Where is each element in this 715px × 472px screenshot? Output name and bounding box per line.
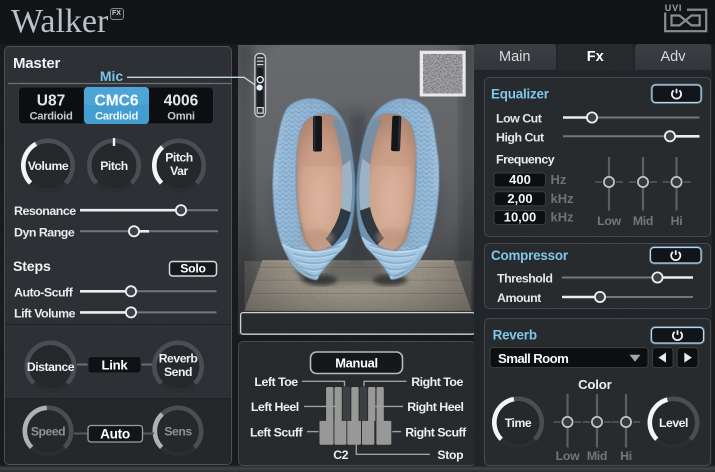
svg-text:2,00: 2,00	[507, 191, 532, 206]
svg-text:Left Toe: Left Toe	[254, 375, 298, 389]
svg-text:Color: Color	[578, 377, 611, 392]
svg-text:CMC6: CMC6	[95, 93, 139, 110]
svg-text:Equalizer: Equalizer	[491, 87, 550, 102]
svg-text:Auto-Scuff: Auto-Scuff	[14, 285, 74, 299]
svg-text:Frequency: Frequency	[496, 153, 555, 167]
svg-text:Manual: Manual	[335, 356, 378, 371]
svg-text:Hz: Hz	[551, 172, 567, 187]
svg-text:Solo: Solo	[180, 262, 206, 276]
svg-text:Sens: Sens	[164, 424, 192, 438]
svg-text:Pitch: Pitch	[100, 159, 128, 173]
svg-text:Distance: Distance	[27, 360, 75, 374]
svg-text:kHz: kHz	[551, 210, 575, 225]
svg-text:Low: Low	[556, 449, 580, 463]
svg-text:Lift Volume: Lift Volume	[14, 306, 76, 320]
svg-text:Mid: Mid	[587, 449, 607, 463]
svg-text:Low Cut: Low Cut	[496, 111, 542, 125]
svg-text:Hi: Hi	[671, 214, 683, 228]
svg-text:High Cut: High Cut	[496, 130, 544, 144]
svg-text:C2: C2	[333, 448, 349, 462]
svg-text:Left Heel: Left Heel	[251, 400, 299, 414]
svg-text:Link: Link	[102, 357, 129, 372]
svg-text:Volume: Volume	[28, 159, 69, 173]
svg-text:Resonance: Resonance	[14, 204, 76, 218]
svg-text:kHz: kHz	[551, 191, 575, 206]
svg-text:Threshold: Threshold	[497, 271, 552, 285]
svg-text:Speed: Speed	[31, 424, 65, 438]
svg-text:Master: Master	[13, 55, 61, 72]
svg-text:Hi: Hi	[620, 449, 632, 463]
svg-text:Compressor: Compressor	[491, 248, 569, 263]
svg-text:Var: Var	[170, 164, 188, 178]
svg-text:Pitch: Pitch	[165, 151, 193, 165]
svg-text:Steps: Steps	[13, 259, 51, 275]
svg-text:Reverb: Reverb	[159, 352, 198, 366]
svg-text:Low: Low	[597, 214, 621, 228]
svg-text:Right Heel: Right Heel	[407, 400, 463, 414]
svg-text:4006: 4006	[164, 93, 199, 110]
svg-text:Mic: Mic	[100, 68, 124, 84]
svg-text:Level: Level	[659, 416, 688, 430]
svg-text:Small Room: Small Room	[498, 351, 568, 366]
svg-text:Left Scuff: Left Scuff	[250, 425, 304, 439]
svg-text:Cardioid: Cardioid	[30, 111, 73, 123]
svg-text:Mid: Mid	[633, 214, 653, 228]
svg-text:Reverb: Reverb	[493, 327, 537, 342]
svg-text:Dyn Range: Dyn Range	[14, 225, 75, 239]
svg-text:Omni: Omni	[167, 111, 195, 123]
svg-text:Time: Time	[505, 416, 532, 430]
svg-text:Right Toe: Right Toe	[411, 375, 463, 389]
svg-text:Cardioid: Cardioid	[95, 111, 138, 123]
svg-text:Right Scuff: Right Scuff	[405, 425, 467, 439]
svg-text:Amount: Amount	[497, 291, 541, 305]
svg-text:Stop: Stop	[437, 448, 463, 462]
svg-text:400: 400	[509, 172, 531, 187]
svg-text:Auto: Auto	[100, 427, 130, 442]
svg-text:10,00: 10,00	[504, 210, 537, 225]
svg-text:U87: U87	[37, 93, 65, 110]
svg-text:Send: Send	[164, 365, 192, 379]
